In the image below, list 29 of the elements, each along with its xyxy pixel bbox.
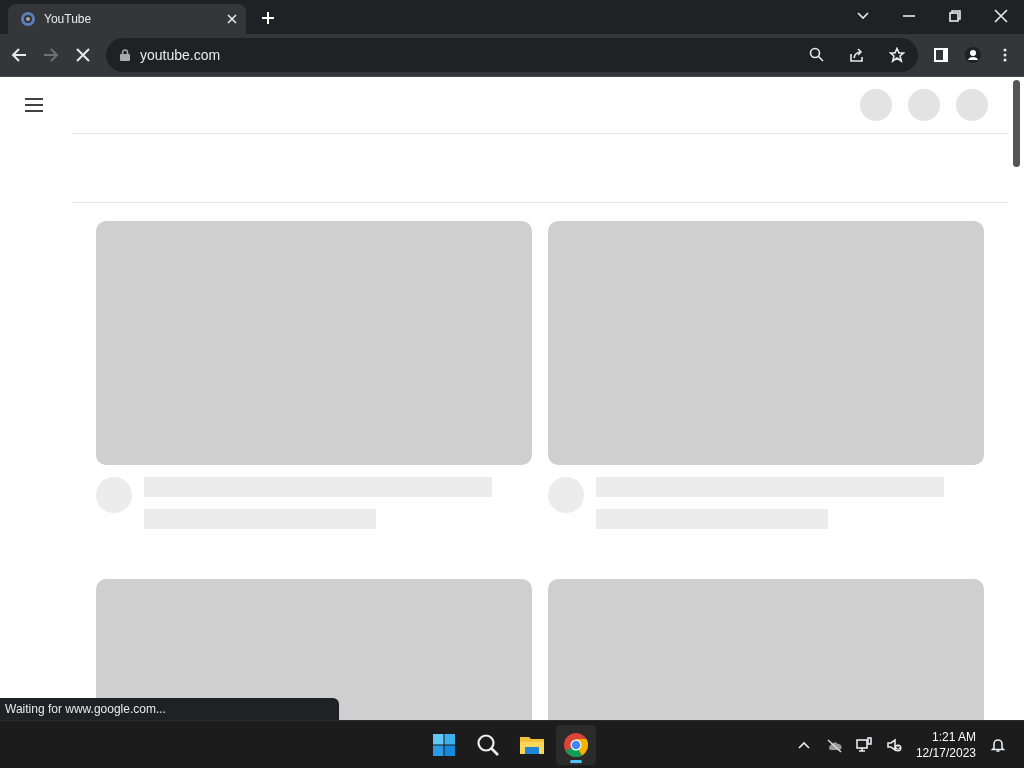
tab-title: YouTube xyxy=(44,12,93,26)
stop-icon[interactable] xyxy=(76,48,90,62)
chrome-logo-icon xyxy=(563,732,589,758)
clock-time: 1:21 AM xyxy=(931,728,976,745)
clock-date: 12/17/2023 xyxy=(915,744,976,761)
taskbar-button[interactable] xyxy=(556,725,596,765)
url-text: youtube.com xyxy=(140,47,222,63)
lock-icon xyxy=(120,49,130,61)
share-icon[interactable] xyxy=(849,47,865,63)
windows-logo-icon xyxy=(431,732,457,758)
speaker-muted-icon[interactable] xyxy=(885,736,902,753)
browser-tab[interactable]: YouTube xyxy=(8,4,246,34)
bell-icon[interactable] xyxy=(990,736,1006,753)
close-icon[interactable] xyxy=(994,9,1008,23)
back-arrow-icon[interactable] xyxy=(11,47,27,63)
address-bar[interactable]: youtube.com xyxy=(106,38,918,72)
restore-icon[interactable] xyxy=(948,9,962,23)
globe-icon xyxy=(20,11,36,27)
menu-icon[interactable] xyxy=(24,97,44,113)
scrollbar-thumb[interactable] xyxy=(1013,80,1020,167)
network-icon[interactable] xyxy=(855,736,872,753)
plus-icon[interactable] xyxy=(261,11,275,25)
side-panel-icon[interactable] xyxy=(933,47,949,63)
star-icon[interactable] xyxy=(889,47,905,63)
status-bubble: Waiting for www.google.com... xyxy=(0,698,339,720)
close-icon[interactable] xyxy=(226,13,238,25)
search-icon xyxy=(475,732,501,758)
profile-icon[interactable] xyxy=(965,47,981,63)
search-icon[interactable] xyxy=(809,47,825,63)
